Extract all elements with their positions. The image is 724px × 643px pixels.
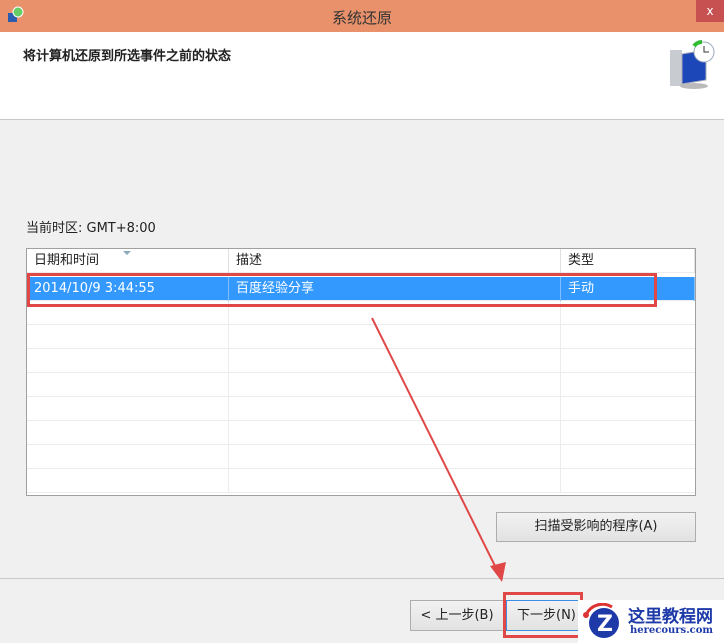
empty-cell [561, 445, 695, 469]
empty-cell [27, 325, 229, 349]
system-restore-icon [670, 40, 715, 89]
empty-table-row [27, 421, 695, 445]
empty-cell [561, 373, 695, 397]
empty-table-row [27, 349, 695, 373]
watermark-url: herecours.com [630, 625, 714, 636]
empty-cell [229, 421, 561, 445]
empty-cell [561, 397, 695, 421]
svg-text:Z: Z [597, 612, 613, 637]
empty-cell [229, 373, 561, 397]
watermark-logo-icon: Z [583, 603, 619, 638]
empty-cell [27, 373, 229, 397]
empty-cell [561, 349, 695, 373]
back-button[interactable]: < 上一步(B) [410, 600, 504, 631]
empty-cell [229, 397, 561, 421]
empty-cell [27, 421, 229, 445]
empty-cell [27, 349, 229, 373]
timezone-label: 当前时区: GMT+8:00 [26, 221, 156, 236]
scan-affected-programs-button[interactable]: 扫描受影响的程序(A) [496, 512, 696, 542]
annotation-box [503, 592, 583, 638]
empty-cell [27, 469, 229, 493]
empty-cell [229, 349, 561, 373]
divider [0, 578, 724, 579]
header: 将计算机还原到所选事件之前的状态 [0, 32, 724, 120]
empty-table-row [27, 445, 695, 469]
close-button[interactable]: x [696, 0, 724, 22]
window-title: 系统还原 [331, 9, 392, 27]
annotation-box [27, 273, 657, 307]
empty-cell [229, 469, 561, 493]
watermark-title: 这里教程网 [628, 607, 713, 627]
watermark: Z 这里教程网 herecours.com [578, 600, 724, 643]
empty-table-row [27, 373, 695, 397]
empty-cell [561, 469, 695, 493]
column-header-description[interactable]: 描述 [229, 249, 561, 273]
page-heading: 将计算机还原到所选事件之前的状态 [23, 49, 232, 64]
column-header-type[interactable]: 类型 [561, 249, 695, 273]
title-bar: 系统还原 x [0, 0, 724, 32]
empty-cell [561, 325, 695, 349]
empty-cell [229, 445, 561, 469]
table-header: 日期和时间 描述 类型 [27, 249, 695, 273]
sort-arrow-icon [123, 251, 131, 255]
empty-cell [561, 421, 695, 445]
empty-table-row [27, 325, 695, 349]
empty-cell [229, 325, 561, 349]
empty-table-row [27, 397, 695, 421]
empty-cell [27, 445, 229, 469]
empty-table-row [27, 469, 695, 493]
empty-cell [27, 397, 229, 421]
